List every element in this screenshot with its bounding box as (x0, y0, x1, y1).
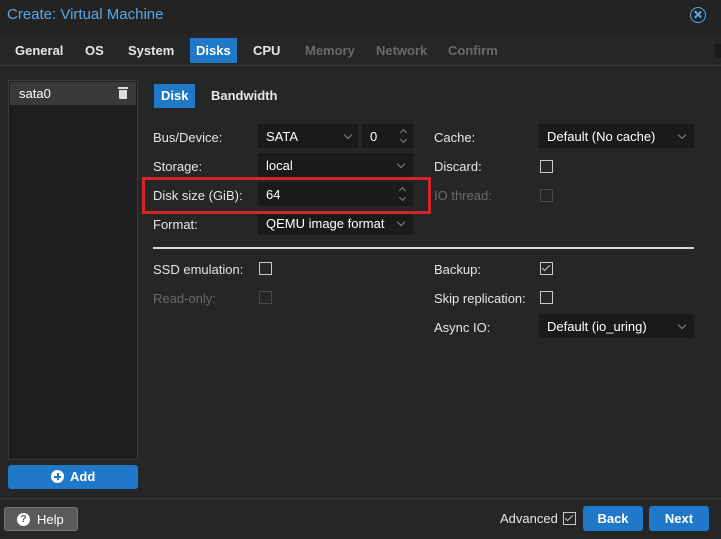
read-only-label: Read-only: (153, 291, 216, 306)
window-title: Create: Virtual Machine (7, 6, 164, 23)
ssd-emulation-checkbox[interactable] (259, 262, 272, 275)
bus-device-label: Bus/Device: (153, 130, 223, 145)
io-thread-checkbox (540, 189, 553, 202)
title-bar: Create: Virtual Machine (0, 0, 721, 34)
tab-network: Network (376, 43, 428, 58)
backup-label: Backup: (434, 262, 481, 277)
plus-circle-icon (51, 470, 64, 483)
add-button-label: Add (70, 469, 96, 484)
tab-confirm: Confirm (448, 43, 498, 58)
ssd-emulation-label: SSD emulation: (153, 262, 244, 277)
backup-checkbox[interactable] (540, 262, 553, 275)
skip-replication-checkbox[interactable] (540, 291, 553, 304)
advanced-label: Advanced (500, 511, 558, 526)
format-value: QEMU image format (266, 216, 385, 231)
close-icon[interactable] (690, 7, 706, 23)
io-thread-label: IO thread: (434, 188, 492, 203)
tab-memory: Memory (305, 43, 355, 58)
chevron-down-icon (343, 130, 353, 140)
discard-checkbox[interactable] (540, 160, 553, 173)
chevron-down-icon (677, 320, 687, 330)
back-button[interactable]: Back (583, 506, 643, 531)
async-io-select[interactable]: Default (io_uring) (539, 314, 694, 338)
subtab-bandwidth[interactable]: Bandwidth (204, 84, 284, 108)
chevron-down-icon (677, 130, 687, 140)
storage-select[interactable]: local (258, 153, 413, 177)
bus-value: SATA (266, 129, 299, 144)
async-io-value: Default (io_uring) (547, 319, 647, 334)
disk-list-item[interactable]: sata0 (10, 82, 136, 105)
async-io-label: Async IO: (434, 320, 491, 335)
format-label: Format: (153, 217, 198, 232)
advanced-checkbox[interactable] (563, 512, 576, 525)
tab-cpu[interactable]: CPU (247, 38, 286, 63)
help-button[interactable]: ? Help (4, 507, 78, 531)
section-divider (153, 247, 694, 249)
cache-value: Default (No cache) (547, 129, 656, 144)
check-icon (564, 512, 574, 522)
wizard-footer: ? Help Advanced Back Next (0, 498, 721, 539)
disks-panel: sata0 Add Disk Bandwidth Bus/Device: SAT… (0, 67, 721, 498)
bus-select[interactable]: SATA (258, 124, 358, 148)
cache-label: Cache: (434, 130, 476, 145)
next-button[interactable]: Next (649, 506, 709, 531)
disk-size-highlight (142, 177, 431, 214)
storage-label: Storage: (153, 159, 203, 174)
tab-scroll-edge (715, 44, 721, 58)
discard-label: Discard: (434, 159, 482, 174)
device-number-spinner[interactable]: 0 (362, 124, 413, 148)
read-only-checkbox (259, 291, 272, 304)
trash-icon[interactable] (118, 87, 128, 99)
chevron-down-icon (396, 159, 406, 169)
subtab-disk[interactable]: Disk (154, 84, 196, 108)
question-icon: ? (17, 513, 30, 526)
storage-value: local (266, 158, 293, 173)
wizard-tabs: General OS System Disks CPU Memory Netwo… (0, 34, 721, 66)
format-select[interactable]: QEMU image format (258, 211, 413, 235)
tab-disks[interactable]: Disks (190, 38, 237, 63)
back-label: Back (597, 511, 629, 526)
chevron-down-icon (396, 217, 406, 227)
tab-general[interactable]: General (9, 38, 69, 63)
device-value: 0 (370, 129, 378, 144)
check-icon (541, 262, 551, 272)
help-label: Help (37, 512, 64, 527)
tab-system[interactable]: System (122, 38, 180, 63)
disk-item-label: sata0 (19, 86, 51, 101)
tab-os[interactable]: OS (79, 38, 110, 63)
next-label: Next (664, 511, 694, 526)
spinner-arrows-icon[interactable] (399, 127, 409, 147)
add-disk-button[interactable]: Add (8, 465, 138, 489)
disk-list: sata0 (8, 80, 138, 460)
skip-replication-label: Skip replication: (434, 291, 526, 306)
cache-select[interactable]: Default (No cache) (539, 124, 694, 148)
